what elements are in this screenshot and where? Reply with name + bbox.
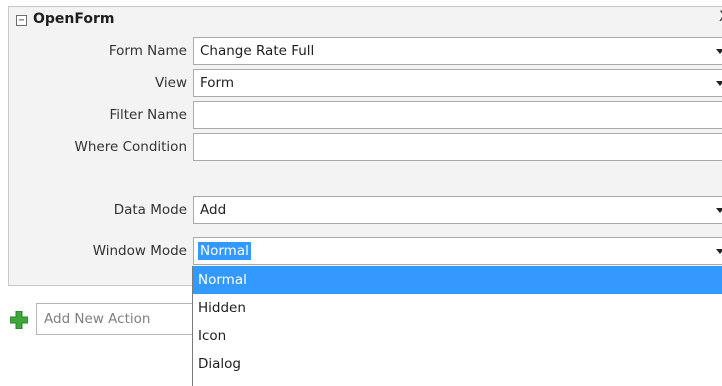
- row-where-condition: Where Condition: [9, 132, 722, 162]
- add-new-action-combobox[interactable]: Add New Action: [36, 303, 204, 335]
- add-new-action-placeholder: Add New Action: [44, 311, 151, 327]
- collapse-icon[interactable]: −: [16, 15, 27, 26]
- view-value: Form: [200, 75, 235, 91]
- data-mode-value: Add: [200, 202, 227, 218]
- filter-name-input[interactable]: [193, 101, 722, 129]
- row-view: View Form: [9, 68, 722, 98]
- window-mode-label: Window Mode: [92, 243, 187, 259]
- window-mode-value: Normal: [198, 242, 251, 260]
- chevron-down-icon[interactable]: [716, 249, 722, 254]
- view-label: View: [154, 75, 187, 91]
- plus-icon[interactable]: [10, 311, 28, 329]
- chevron-down-icon[interactable]: [716, 208, 722, 213]
- form-name-label: Form Name: [108, 43, 187, 59]
- row-form-name: Form Name Change Rate Full: [9, 36, 722, 66]
- form-name-combobox[interactable]: Change Rate Full: [193, 37, 722, 65]
- filter-name-label: Filter Name: [109, 107, 187, 123]
- where-condition-input[interactable]: [193, 133, 722, 161]
- dropdown-option-icon[interactable]: Icon: [193, 322, 722, 350]
- row-filter-name: Filter Name: [9, 100, 722, 130]
- data-mode-combobox[interactable]: Add: [193, 196, 722, 224]
- row-window-mode: Window Mode Normal: [9, 236, 722, 266]
- dropdown-option-hidden[interactable]: Hidden: [193, 294, 722, 322]
- action-header: − OpenForm X: [9, 7, 722, 35]
- dropdown-option-normal[interactable]: Normal: [193, 266, 722, 294]
- window-mode-combobox[interactable]: Normal: [193, 237, 722, 265]
- chevron-down-icon[interactable]: [716, 81, 722, 86]
- chevron-down-icon[interactable]: [716, 49, 722, 54]
- action-title: OpenForm: [33, 11, 115, 27]
- openform-action-block: − OpenForm X Form Name Change Rate Full …: [8, 6, 722, 286]
- view-combobox[interactable]: Form: [193, 69, 722, 97]
- data-mode-label: Data Mode: [113, 202, 187, 218]
- window-mode-dropdown-list: Normal Hidden Icon Dialog: [192, 266, 722, 386]
- form-name-value: Change Rate Full: [200, 43, 315, 59]
- row-data-mode: Data Mode Add: [9, 195, 722, 225]
- where-condition-label: Where Condition: [74, 139, 187, 155]
